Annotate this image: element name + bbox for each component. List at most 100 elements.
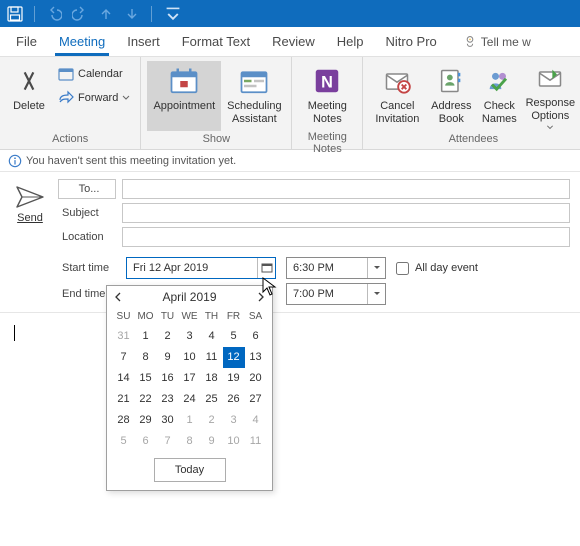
calendar-day[interactable]: 11 bbox=[245, 431, 267, 452]
calendar-day[interactable]: 15 bbox=[135, 368, 157, 389]
start-time-combo[interactable]: 6:30 PM bbox=[286, 257, 386, 279]
start-date-value: Fri 12 Apr 2019 bbox=[127, 262, 257, 274]
calendar-day[interactable]: 31 bbox=[113, 326, 135, 347]
calendar-day[interactable]: 30 bbox=[157, 410, 179, 431]
tab-insert[interactable]: Insert bbox=[125, 28, 162, 56]
delete-icon bbox=[13, 65, 45, 97]
calendar-day[interactable]: 16 bbox=[157, 368, 179, 389]
calendar-day[interactable]: 5 bbox=[113, 431, 135, 452]
ribbon: Delete Calendar Forward Actions bbox=[0, 57, 580, 150]
calendar-day[interactable]: 6 bbox=[245, 326, 267, 347]
calendar-day[interactable]: 20 bbox=[245, 368, 267, 389]
calendar-day[interactable]: 6 bbox=[135, 431, 157, 452]
qat-customize-icon[interactable] bbox=[164, 5, 182, 23]
calendar-day[interactable]: 21 bbox=[113, 389, 135, 410]
next-month-button[interactable] bbox=[254, 290, 268, 304]
start-date-dropdown-icon[interactable] bbox=[257, 258, 275, 278]
to-button[interactable]: To... bbox=[58, 179, 116, 199]
calendar-day[interactable]: 8 bbox=[179, 431, 201, 452]
calendar-day[interactable]: 3 bbox=[223, 410, 245, 431]
appointment-icon bbox=[168, 65, 200, 97]
info-bar: You haven't sent this meeting invitation… bbox=[0, 150, 580, 172]
response-options-button[interactable]: Response Options bbox=[523, 61, 577, 131]
calendar-day[interactable]: 4 bbox=[201, 326, 223, 347]
end-time-combo[interactable]: 7:00 PM bbox=[286, 283, 386, 305]
today-button[interactable]: Today bbox=[154, 458, 226, 482]
tab-help[interactable]: Help bbox=[335, 28, 366, 56]
all-day-checkbox[interactable]: All day event bbox=[396, 262, 478, 275]
calendar-day[interactable]: 9 bbox=[201, 431, 223, 452]
date-picker-popup: April 2019 SUMOTUWETHFRSA311234567891011… bbox=[106, 285, 273, 491]
calendar-day[interactable]: 25 bbox=[201, 389, 223, 410]
calendar-day[interactable]: 1 bbox=[135, 326, 157, 347]
check-names-button[interactable]: Check Names bbox=[477, 61, 521, 131]
calendar-day[interactable]: 18 bbox=[201, 368, 223, 389]
calendar-day[interactable]: 8 bbox=[135, 347, 157, 368]
group-meeting-notes: N Meeting Notes Meeting Notes bbox=[292, 57, 363, 149]
check-names-label: Check Names bbox=[477, 100, 521, 126]
calendar-button[interactable]: Calendar bbox=[54, 63, 134, 85]
arrow-down-icon[interactable] bbox=[123, 5, 141, 23]
prev-month-button[interactable] bbox=[111, 290, 125, 304]
calendar-day[interactable]: 11 bbox=[201, 347, 223, 368]
form-area: Send To... Subject Location Start time F… bbox=[0, 172, 580, 313]
tell-me-search[interactable]: Tell me w bbox=[463, 35, 531, 56]
meeting-notes-button[interactable]: N Meeting Notes bbox=[298, 61, 356, 131]
calendar-day[interactable]: 7 bbox=[113, 347, 135, 368]
send-button[interactable]: Send bbox=[8, 178, 52, 306]
calendar-day[interactable]: 19 bbox=[223, 368, 245, 389]
calendar-day[interactable]: 23 bbox=[157, 389, 179, 410]
calendar-day[interactable]: 13 bbox=[245, 347, 267, 368]
send-icon bbox=[15, 184, 45, 210]
group-actions-label: Actions bbox=[6, 133, 134, 147]
tab-meeting[interactable]: Meeting bbox=[57, 28, 107, 56]
forward-button[interactable]: Forward bbox=[54, 87, 134, 109]
location-input[interactable] bbox=[122, 227, 570, 247]
calendar-day[interactable]: 26 bbox=[223, 389, 245, 410]
delete-button[interactable]: Delete bbox=[6, 61, 52, 131]
date-picker-title[interactable]: April 2019 bbox=[162, 290, 216, 304]
all-day-input[interactable] bbox=[396, 262, 409, 275]
calendar-day[interactable]: 28 bbox=[113, 410, 135, 431]
calendar-day[interactable]: 2 bbox=[157, 326, 179, 347]
subject-input[interactable] bbox=[122, 203, 570, 223]
calendar-day[interactable]: 3 bbox=[179, 326, 201, 347]
address-book-button[interactable]: Address Book bbox=[427, 61, 475, 131]
forward-icon bbox=[58, 90, 74, 106]
calendar-day[interactable]: 10 bbox=[223, 431, 245, 452]
chevron-down-icon[interactable] bbox=[367, 284, 385, 304]
calendar-day[interactable]: 29 bbox=[135, 410, 157, 431]
cancel-invitation-button[interactable]: Cancel Invitation bbox=[369, 61, 425, 131]
calendar-day[interactable]: 14 bbox=[113, 368, 135, 389]
calendar-day[interactable]: 1 bbox=[179, 410, 201, 431]
tab-nitro-pro[interactable]: Nitro Pro bbox=[383, 28, 438, 56]
arrow-up-icon[interactable] bbox=[97, 5, 115, 23]
calendar-day[interactable]: 17 bbox=[179, 368, 201, 389]
send-label: Send bbox=[17, 212, 43, 224]
calendar-day[interactable]: 27 bbox=[245, 389, 267, 410]
calendar-day[interactable]: 9 bbox=[157, 347, 179, 368]
day-of-week-header: TU bbox=[157, 308, 179, 326]
appointment-button[interactable]: Appointment bbox=[147, 61, 221, 131]
calendar-day[interactable]: 10 bbox=[179, 347, 201, 368]
tab-format-text[interactable]: Format Text bbox=[180, 28, 252, 56]
to-input[interactable] bbox=[122, 179, 570, 199]
start-date-combo[interactable]: Fri 12 Apr 2019 bbox=[126, 257, 276, 279]
redo-icon[interactable] bbox=[71, 5, 89, 23]
calendar-day[interactable]: 24 bbox=[179, 389, 201, 410]
tab-review[interactable]: Review bbox=[270, 28, 317, 56]
calendar-day[interactable]: 22 bbox=[135, 389, 157, 410]
tab-file[interactable]: File bbox=[14, 28, 39, 56]
calendar-day[interactable]: 5 bbox=[223, 326, 245, 347]
calendar-day[interactable]: 4 bbox=[245, 410, 267, 431]
scheduling-assistant-button[interactable]: Scheduling Assistant bbox=[223, 61, 285, 131]
day-of-week-header: SU bbox=[113, 308, 135, 326]
calendar-day[interactable]: 12 bbox=[223, 347, 245, 368]
save-icon[interactable] bbox=[6, 5, 24, 23]
calendar-day[interactable]: 2 bbox=[201, 410, 223, 431]
message-body[interactable] bbox=[0, 313, 580, 353]
calendar-day[interactable]: 7 bbox=[157, 431, 179, 452]
undo-icon[interactable] bbox=[45, 5, 63, 23]
start-time-label: Start time bbox=[58, 262, 116, 274]
chevron-down-icon[interactable] bbox=[367, 258, 385, 278]
